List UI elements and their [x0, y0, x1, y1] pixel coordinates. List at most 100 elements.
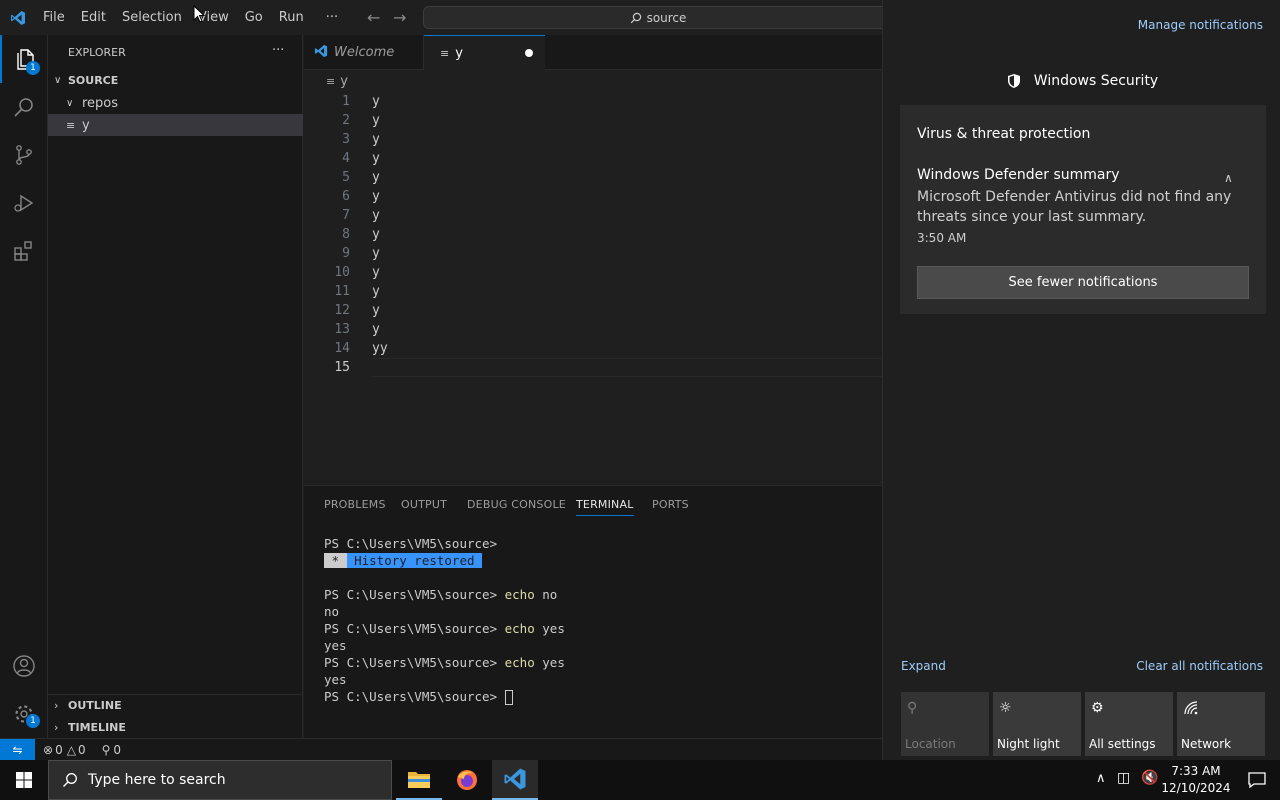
tab-problems[interactable]: PROBLEMS	[324, 498, 386, 511]
outline-section[interactable]: › OUTLINE	[48, 694, 303, 716]
file-explorer-taskbar-button[interactable]	[396, 760, 442, 800]
quick-action-network[interactable]: Network	[1177, 692, 1265, 756]
notification-group: Virus & threat protection	[917, 126, 1091, 142]
code-line[interactable]: y	[372, 303, 380, 318]
code-line[interactable]: y	[372, 208, 380, 223]
tab-welcome[interactable]: Welcome	[304, 35, 424, 70]
line-number[interactable]: 10	[304, 265, 350, 280]
forward-arrow-icon[interactable]: →	[393, 8, 406, 27]
line-number[interactable]: 8	[304, 227, 350, 242]
quick-action-label: All settings	[1089, 737, 1156, 751]
line-number[interactable]: 13	[304, 322, 350, 337]
settings-gear-icon[interactable]	[0, 690, 48, 738]
network-icon	[1183, 700, 1199, 720]
breadcrumb[interactable]: ≡ y	[326, 74, 348, 89]
clock[interactable]: 7:33 AM 12/10/2024	[1160, 763, 1232, 797]
menu-run[interactable]: Run	[271, 10, 312, 25]
chevron-up-icon[interactable]: ∧	[1224, 171, 1233, 185]
menu-file[interactable]: File	[35, 10, 73, 25]
chevron-down-icon: ∨	[66, 97, 74, 109]
code-line[interactable]: y	[372, 284, 380, 299]
line-number[interactable]: 6	[304, 189, 350, 204]
tab-ports[interactable]: PORTS	[652, 498, 689, 511]
menu-edit[interactable]: Edit	[73, 10, 114, 25]
manage-notifications-link[interactable]: Manage notifications	[1138, 18, 1263, 32]
history-restored-line: * History restored	[324, 553, 483, 568]
explorer-files-icon[interactable]	[0, 35, 48, 83]
folder-repos-label: repos	[82, 95, 119, 111]
code-line[interactable]: y	[372, 227, 380, 242]
tab-y[interactable]: ≡ y	[424, 35, 545, 71]
notification-body: Microsoft Defender Antivirus did not fin…	[917, 189, 1232, 225]
errors-icon[interactable]: ⊗	[43, 743, 53, 757]
code-line[interactable]: y	[372, 189, 380, 204]
code-line[interactable]: y	[372, 170, 380, 185]
back-arrow-icon[interactable]: ←	[367, 8, 380, 27]
command-center-search[interactable]: source	[423, 6, 893, 29]
quick-action-location[interactable]: ⚲ Location	[901, 692, 989, 756]
folder-repos[interactable]: ∨ repos	[48, 92, 303, 114]
line-number[interactable]: 2	[304, 113, 350, 128]
line-number[interactable]: 9	[304, 246, 350, 261]
folder-root-source[interactable]: ∨ SOURCE	[48, 69, 303, 91]
account-icon[interactable]	[0, 642, 48, 690]
menu-selection[interactable]: Selection	[114, 10, 190, 25]
line-number[interactable]: 14	[304, 341, 350, 356]
clock-time: 7:33 AM	[1171, 764, 1221, 778]
quick-action-night-light[interactable]: ☼ Night light	[993, 692, 1081, 756]
tab-output[interactable]: OUTPUT	[401, 498, 447, 511]
expand-link[interactable]: Expand	[901, 659, 946, 673]
code-line[interactable]: y	[372, 94, 380, 109]
line-number[interactable]: 7	[304, 208, 350, 223]
search-icon[interactable]	[0, 83, 48, 131]
tab-terminal[interactable]: TERMINAL	[576, 498, 634, 516]
terminal-input-line[interactable]: PS C:\Users\VM5\source>	[324, 689, 513, 705]
volume-muted-icon[interactable]: 🔇	[1141, 770, 1158, 786]
timeline-section[interactable]: › TIMELINE	[48, 716, 303, 738]
code-line[interactable]: y	[372, 113, 380, 128]
code-line[interactable]: y	[372, 132, 380, 147]
timeline-label: TIMELINE	[68, 720, 126, 734]
line-number[interactable]: 4	[304, 151, 350, 166]
code-line[interactable]: y	[372, 322, 380, 337]
menu-go[interactable]: Go	[237, 10, 271, 25]
code-line[interactable]: y	[372, 151, 380, 166]
explorer-more-button[interactable]: ···	[272, 43, 284, 58]
line-number[interactable]: 11	[304, 284, 350, 299]
source-control-icon[interactable]	[0, 131, 48, 179]
code-line[interactable]: y	[372, 265, 380, 280]
run-debug-icon[interactable]	[0, 179, 48, 227]
notification-card[interactable]: Virus & threat protection Windows Defend…	[900, 105, 1266, 314]
unsaved-dot-icon[interactable]	[525, 49, 533, 57]
menu-more[interactable]: ···	[318, 10, 346, 25]
start-button[interactable]	[0, 760, 48, 800]
editor-tabs: Welcome ≡ y	[304, 35, 882, 71]
extensions-icon[interactable]	[0, 227, 48, 275]
code-editor[interactable]: ≡ y 1 y 2 y 3 y 4 y 5 y 6 y 7 y 8 y 9 y 10 y 11 y 12 y 13 y 14 yy 15	[304, 70, 882, 485]
line-number[interactable]: 12	[304, 303, 350, 318]
outline-label: OUTLINE	[68, 698, 122, 712]
line-number[interactable]: 1	[304, 94, 350, 109]
vscode-taskbar-button[interactable]	[492, 760, 538, 800]
clear-all-link[interactable]: Clear all notifications	[1136, 659, 1263, 673]
quick-action-all-settings[interactable]: ⚙ All settings	[1085, 692, 1173, 756]
see-fewer-button[interactable]: See fewer notifications	[917, 266, 1249, 299]
taskbar-search[interactable]: Type here to search	[48, 760, 392, 800]
search-icon	[63, 773, 77, 787]
remote-icon[interactable]: ⇋	[0, 738, 35, 761]
warnings-icon[interactable]: △	[67, 743, 76, 757]
show-hidden-icons-icon[interactable]: ∧	[1096, 771, 1106, 786]
action-center-button[interactable]	[1234, 760, 1280, 800]
ports-icon[interactable]: ⚲	[102, 743, 111, 757]
code-line[interactable]: yy	[372, 341, 388, 356]
file-y[interactable]: ≡ y	[48, 114, 303, 136]
location-icon: ⚲	[907, 700, 918, 716]
line-number[interactable]: 5	[304, 170, 350, 185]
clock-date: 12/10/2024	[1161, 781, 1231, 795]
line-number[interactable]: 3	[304, 132, 350, 147]
network-status-icon[interactable]: ◫	[1117, 770, 1130, 786]
tab-debug-console[interactable]: DEBUG CONSOLE	[467, 498, 566, 511]
firefox-taskbar-button[interactable]	[444, 760, 490, 800]
line-number[interactable]: 15	[304, 360, 350, 375]
code-line[interactable]: y	[372, 246, 380, 261]
